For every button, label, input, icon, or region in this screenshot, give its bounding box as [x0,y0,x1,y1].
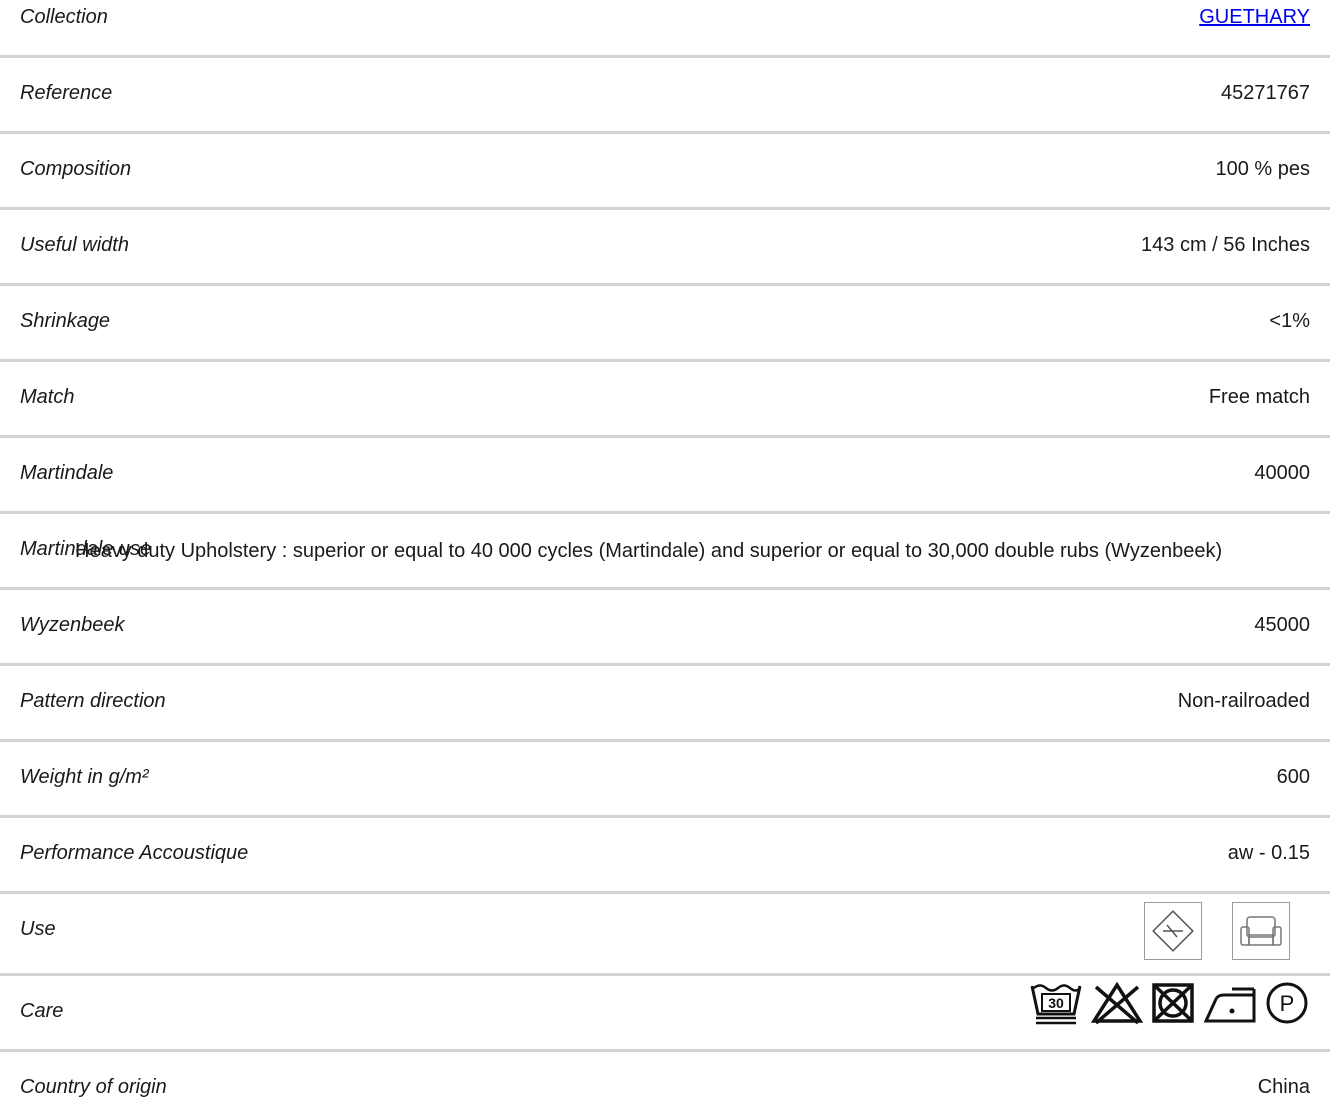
do-not-bleach-icon [1090,981,1144,1025]
wash-30-icon: 30 [1030,984,1082,1025]
professional-dry-clean-p-icon: P [1266,982,1308,1024]
spec-label: Collection [20,6,108,28]
armchair-upholstery-icon [1232,902,1290,960]
spec-label: Shrinkage [20,310,111,332]
spec-row-martindale: Martindale 40000 [0,438,1330,514]
spec-value: 45000 [1254,614,1310,636]
spec-row-care: Care 30 P [0,976,1330,1052]
spec-row-match: Match Free match [0,362,1330,438]
spec-row-composition: Composition 100 % pes [0,134,1330,210]
do-not-tumble-dry-icon [1152,983,1194,1023]
spec-label: Wyzenbeek [20,614,125,636]
collection-link[interactable]: GUETHARY [1199,6,1310,28]
spec-value: Non-railroaded [1177,690,1310,712]
spec-row-useful-width: Useful width 143 cm / 56 Inches [0,210,1330,286]
spec-value: 143 cm / 56 Inches [1141,234,1310,256]
spec-label: Use [20,918,56,940]
spec-value: 45271767 [1221,82,1310,104]
spec-row-shrinkage: Shrinkage <1% [0,286,1330,362]
spec-value: GUETHARY [1199,6,1310,29]
spec-value: <1% [1269,310,1310,332]
spec-row-pattern-direction: Pattern direction Non-railroaded [0,666,1330,742]
spec-label: Martindale [20,462,114,484]
spec-label: Match [20,386,75,408]
use-icons [1120,902,1290,960]
spec-label: Useful width [20,234,129,256]
svg-text:30: 30 [1048,995,1064,1011]
fire-retardant-diamond-icon [1144,902,1203,960]
spec-row-use: Use [0,894,1330,976]
spec-row-reference: Reference 45271767 [0,58,1330,134]
iron-low-heat-icon [1203,987,1256,1023]
svg-text:P: P [1280,991,1295,1016]
spec-value: 100 % pes [1215,158,1310,180]
spec-label: Weight in g/m² [20,766,149,788]
spec-label: Care [20,1000,64,1022]
spec-value: aw - 0.15 [1227,842,1310,864]
spec-value: Heavy duty Upholstery : superior or equa… [75,540,1223,562]
spec-value: 40000 [1254,462,1310,484]
spec-value: China [1257,1076,1310,1098]
care-icons: 30 P [1028,980,1310,1026]
spec-value: Free match [1208,386,1310,408]
spec-row-collection: Collection GUETHARY [0,0,1330,58]
spec-row-acoustic-performance: Performance Accoustique aw - 0.15 [0,818,1330,894]
spec-row-country-of-origin: Country of origin China [0,1052,1330,1102]
spec-row-weight: Weight in g/m² 600 [0,742,1330,818]
spec-label: Performance Accoustique [20,842,249,864]
spec-row-martindale-use: Martindale use Heavy duty Upholstery : s… [0,514,1330,590]
spec-label: Reference [20,82,113,104]
spec-label: Composition [20,158,132,180]
spec-row-wyzenbeek: Wyzenbeek 45000 [0,590,1330,666]
spec-value: 600 [1276,766,1310,788]
spec-label: Country of origin [20,1076,167,1098]
spec-label: Pattern direction [20,690,166,712]
